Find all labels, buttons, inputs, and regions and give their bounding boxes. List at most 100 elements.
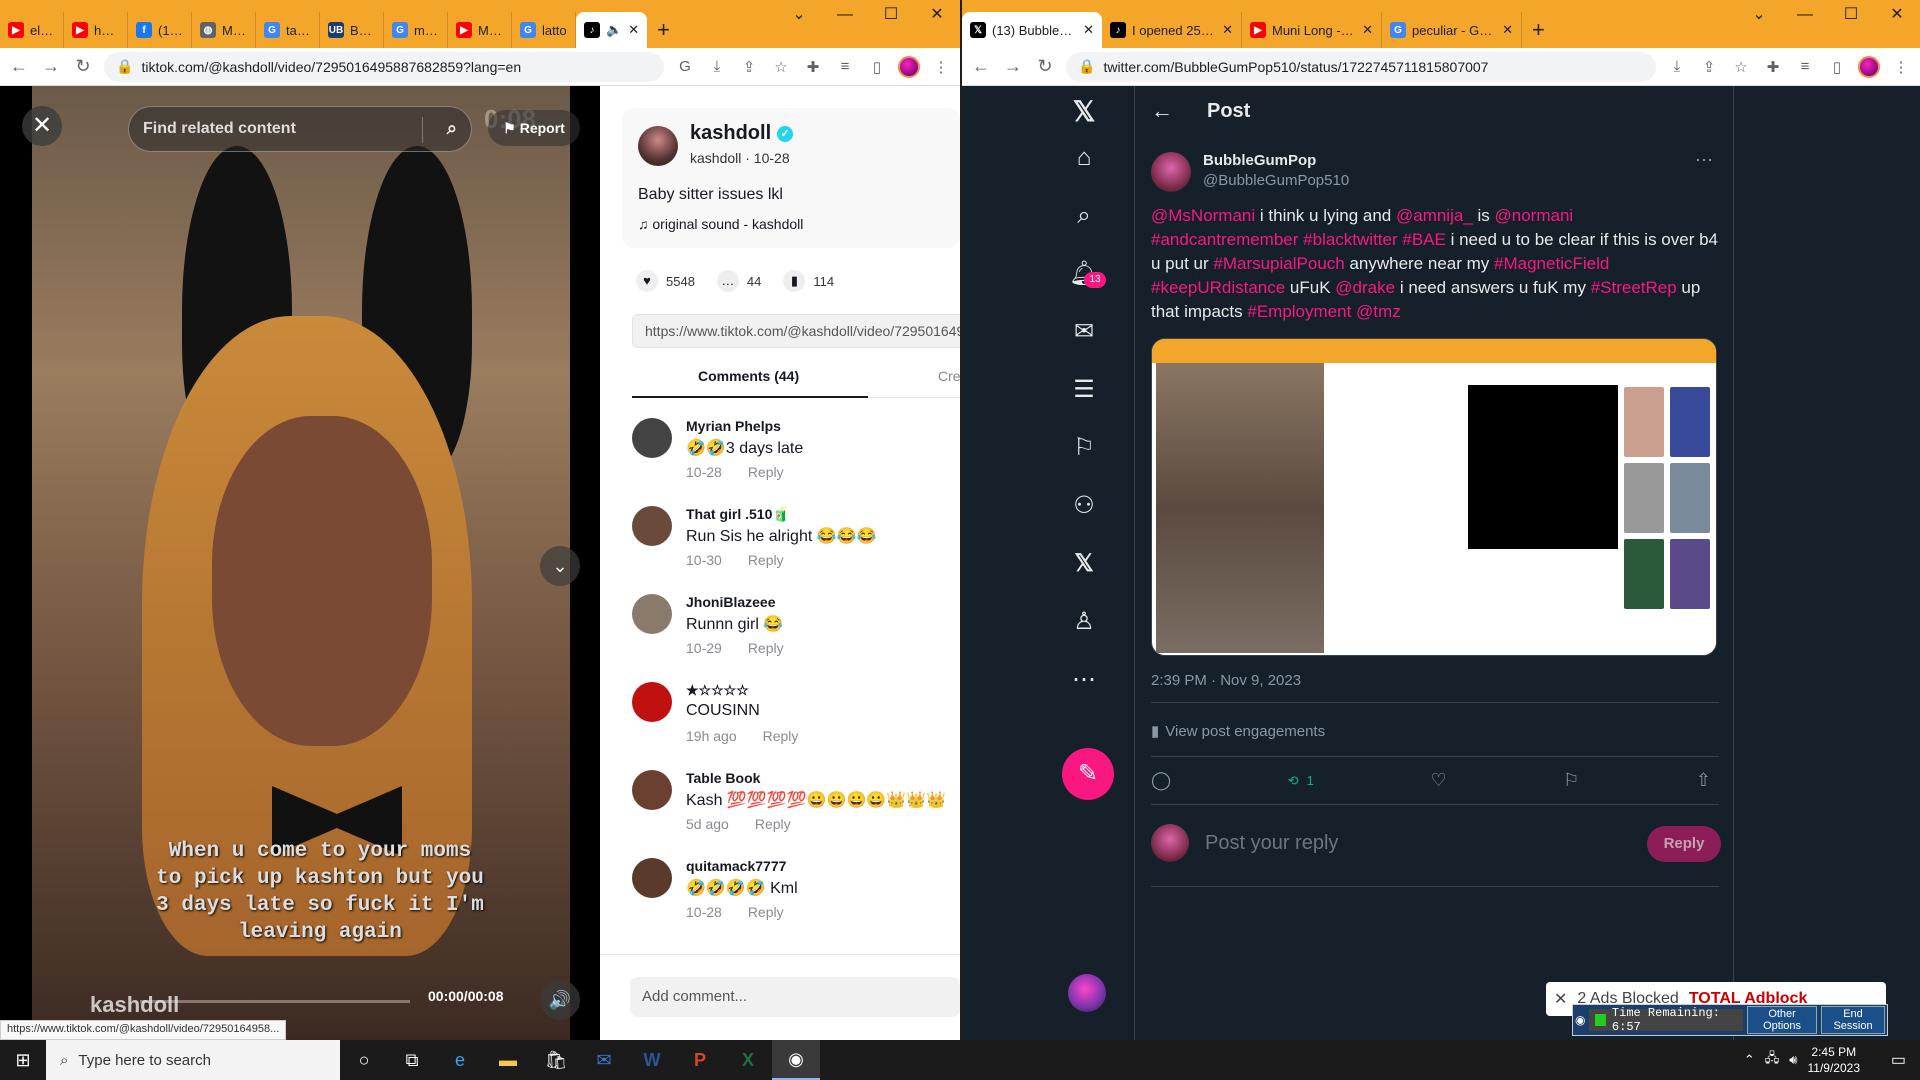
account-avatar[interactable] — [1068, 974, 1106, 1012]
commenter-name[interactable]: That girl .510🧃 — [686, 506, 790, 523]
file-explorer-icon[interactable]: ▬ — [484, 1040, 532, 1080]
reply-icon[interactable]: ◯ — [1151, 770, 1171, 791]
mention-or-hashtag-link[interactable]: @normani — [1495, 206, 1574, 225]
address-bar[interactable]: 🔒 twitter.com/BubbleGumPop510/status/172… — [1066, 51, 1656, 82]
back-button[interactable]: ← — [970, 56, 992, 77]
view-engagements-link[interactable]: ▮ View post engagements — [1151, 722, 1325, 741]
back-arrow-icon[interactable]: ← — [1151, 98, 1173, 124]
reply-link[interactable]: Reply — [755, 816, 791, 832]
mail-icon[interactable]: ✉ — [1068, 316, 1100, 348]
mention-or-hashtag-link[interactable]: #MarsupialPouch — [1213, 254, 1344, 273]
minimize-button[interactable]: — — [822, 0, 868, 32]
mention-or-hashtag-link[interactable]: @drake — [1335, 278, 1395, 297]
commenter-avatar[interactable] — [632, 770, 672, 810]
excel-icon[interactable]: X — [724, 1040, 772, 1080]
bookmark-icon[interactable]: ⚐ — [1068, 432, 1100, 464]
search-icon[interactable]: ⌕ — [447, 118, 457, 139]
powerpoint-icon[interactable]: P — [676, 1040, 724, 1080]
add-comment-input[interactable]: Add comment... — [630, 977, 960, 1017]
chevron-up-icon[interactable]: ⌃ — [1744, 1052, 1755, 1068]
chevron-down-icon[interactable]: ⌄ — [540, 546, 580, 586]
reply-link[interactable]: Reply — [748, 640, 784, 656]
author-avatar[interactable] — [1151, 152, 1191, 192]
mention-or-hashtag-link[interactable]: #keepURdistance — [1151, 278, 1285, 297]
clock[interactable]: 2:45 PM 11/9/2023 — [1808, 1044, 1861, 1076]
new-tab-button[interactable]: + — [647, 12, 680, 48]
tab-tiktok-active[interactable]: ♪ 🔈 ✕ — [576, 12, 648, 48]
forward-button[interactable]: → — [1002, 56, 1024, 77]
tab-comments[interactable]: Comments (44) — [698, 368, 799, 384]
like-heart-icon[interactable]: ♡ — [1430, 770, 1446, 791]
more-options-icon[interactable]: ⋯ — [1695, 150, 1713, 171]
progress-bar[interactable] — [140, 1000, 410, 1003]
close-icon[interactable]: ✕ — [22, 106, 62, 146]
commenter-avatar[interactable] — [632, 418, 672, 458]
search-icon[interactable]: ⌕ — [1068, 200, 1100, 232]
share-icon[interactable]: ⇪ — [738, 58, 760, 76]
share-link-box[interactable]: https://www.tiktok.com/@kashdoll/video/7… — [632, 314, 960, 348]
maximize-button[interactable]: ☐ — [1828, 0, 1874, 32]
side-panel-icon[interactable]: ▯ — [1826, 58, 1848, 76]
address-bar[interactable]: 🔒 tiktok.com/@kashdoll/video/72950164958… — [104, 51, 664, 82]
menu-icon[interactable]: ⋮ — [1890, 58, 1912, 76]
tab-close-icon[interactable]: ✕ — [1362, 22, 1373, 38]
browser-tab[interactable]: UB Broth — [320, 12, 384, 48]
mention-or-hashtag-link[interactable]: #BAE — [1402, 230, 1445, 249]
more-icon[interactable]: ⋯ — [1068, 664, 1100, 696]
reply-link[interactable]: Reply — [763, 728, 799, 744]
compose-post-button[interactable]: ✎ — [1062, 748, 1114, 800]
browser-tab[interactable]: ◍ Muni — [192, 12, 256, 48]
new-tab-button[interactable]: + — [1522, 12, 1555, 48]
x-logo-icon[interactable]: 𝕏 — [1068, 96, 1100, 128]
mention-or-hashtag-link[interactable]: #blacktwitter — [1303, 230, 1397, 249]
like-button[interactable]: ♥ 5548 — [636, 270, 695, 292]
browser-tab[interactable]: Gtabas — [256, 12, 320, 48]
tweet-media-image[interactable] — [1151, 338, 1717, 656]
browser-tab[interactable]: ▶ Muni Long - Hrs & ✕ — [1242, 12, 1382, 48]
task-view-icon[interactable]: ⧉ — [388, 1040, 436, 1080]
google-lens-icon[interactable]: G — [674, 58, 696, 75]
browser-tab[interactable]: ▶ ella n — [0, 12, 64, 48]
author-handle[interactable]: @BubbleGumPop510 — [1203, 172, 1349, 189]
commenter-name[interactable]: quitamack7777 — [686, 858, 786, 874]
browser-tab[interactable]: Gmaha — [384, 12, 448, 48]
commenter-name[interactable]: Table Book — [686, 770, 760, 786]
reading-list-icon[interactable]: ≡ — [1794, 58, 1816, 75]
save-button[interactable]: ▮ 114 — [783, 270, 834, 292]
bookmark-icon[interactable]: ⚐ — [1563, 770, 1579, 791]
author-avatar[interactable] — [638, 126, 678, 166]
mention-or-hashtag-link[interactable]: #StreetRep — [1591, 278, 1677, 297]
forward-button[interactable]: → — [40, 56, 62, 77]
store-icon[interactable]: 🛍︎ — [532, 1040, 580, 1080]
comment-button[interactable]: … 44 — [716, 270, 761, 292]
mention-or-hashtag-link[interactable]: #MagneticField — [1494, 254, 1609, 273]
tab-creator-videos[interactable]: Cre — [938, 368, 960, 384]
reload-button[interactable]: ↻ — [72, 56, 94, 77]
related-search-input[interactable]: Find related content ⌕ — [128, 106, 472, 152]
mail-icon[interactable]: ✉ — [580, 1040, 628, 1080]
close-icon[interactable]: ✕ — [1554, 989, 1567, 1009]
mention-or-hashtag-link[interactable]: @MsNormani — [1151, 206, 1255, 225]
tab-close-icon[interactable]: ✕ — [1502, 22, 1513, 38]
cortana-icon[interactable]: ○ — [340, 1040, 388, 1080]
share-icon[interactable]: ⇪ — [1698, 58, 1720, 76]
browser-tab[interactable]: ♪ I opened 250 coug ✕ — [1102, 12, 1242, 48]
browser-tab[interactable]: Gpeculiar - Google S ✕ — [1382, 12, 1522, 48]
report-button[interactable]: ⚑ Report — [488, 110, 580, 146]
video-player[interactable]: ✕ Find related content ⌕ 0:08 ⚑ Report ⌄… — [0, 86, 600, 1040]
lists-icon[interactable]: ☰ — [1068, 374, 1100, 406]
mention-or-hashtag-link[interactable]: @amnija_ — [1396, 206, 1473, 225]
taskbar-search[interactable]: ⌕ Type here to search — [46, 1040, 340, 1080]
chrome-icon[interactable]: ◉ — [772, 1040, 820, 1080]
reply-button[interactable]: Reply — [1647, 826, 1721, 862]
browser-tab[interactable]: f (12) F — [128, 12, 192, 48]
network-icon[interactable]: 🖧 — [1765, 1049, 1780, 1071]
browser-tab[interactable]: ▶ hours — [64, 12, 128, 48]
retweet-button[interactable]: ⟲ 1 — [1288, 770, 1314, 791]
extensions-icon[interactable]: ✚ — [802, 58, 824, 76]
profile-avatar[interactable] — [1858, 55, 1880, 78]
communities-icon[interactable]: ⚇ — [1068, 490, 1100, 522]
reply-link[interactable]: Reply — [748, 552, 784, 568]
tab-close-icon[interactable]: ✕ — [628, 22, 639, 38]
close-window-button[interactable]: ✕ — [914, 0, 960, 32]
